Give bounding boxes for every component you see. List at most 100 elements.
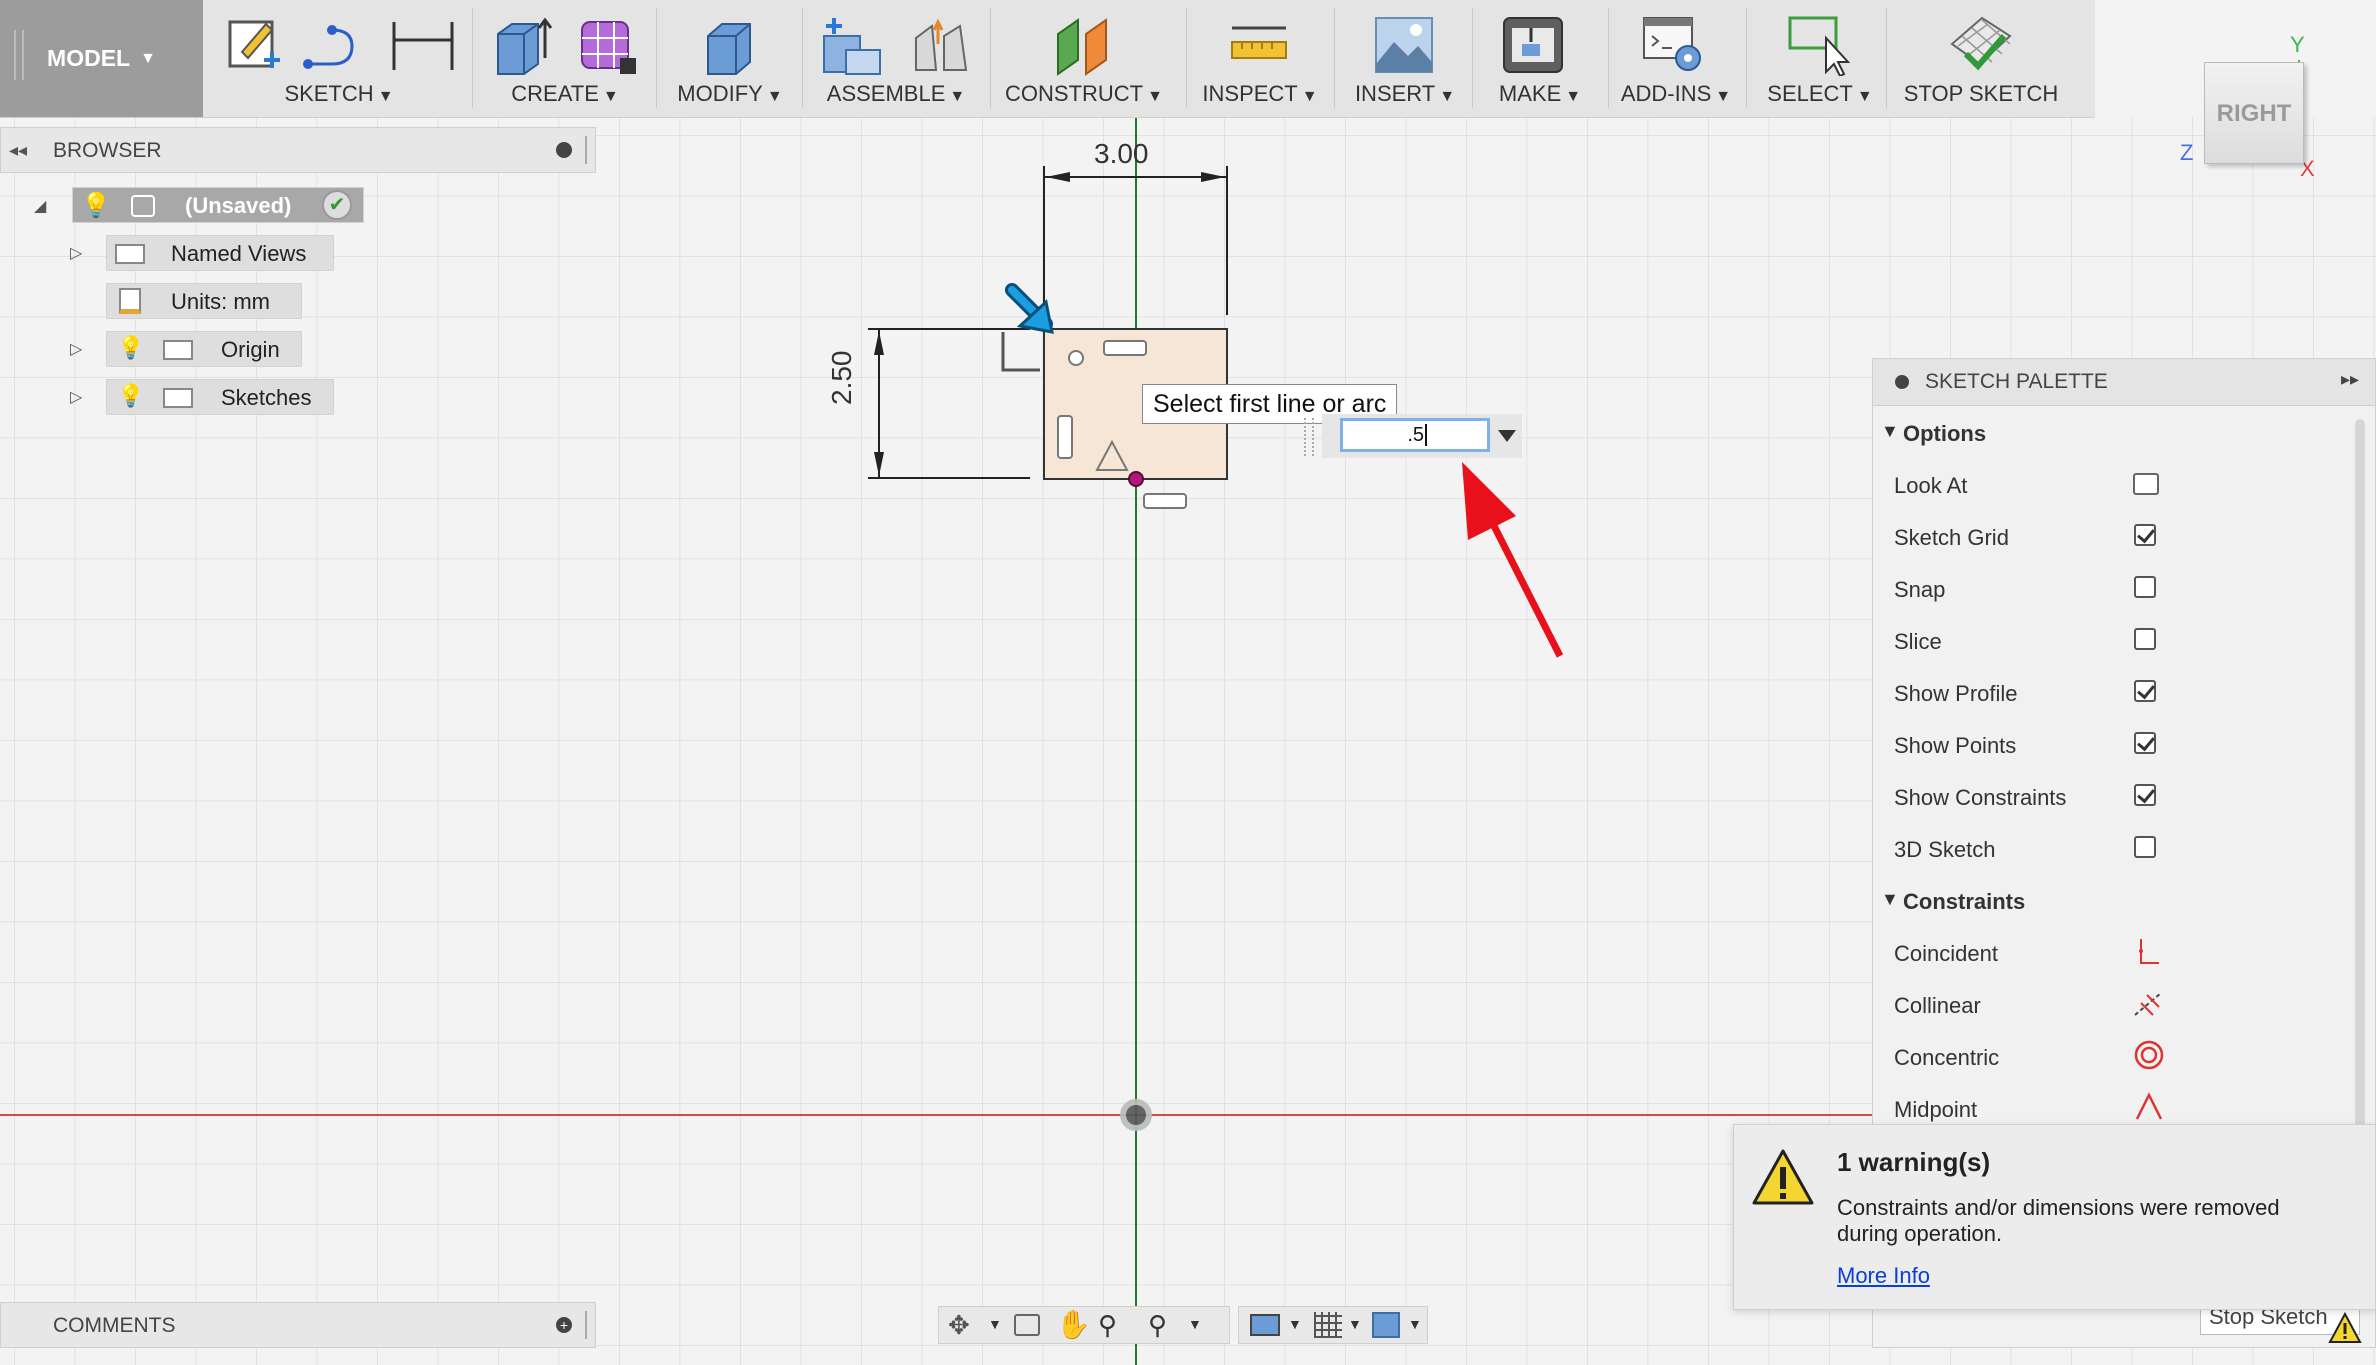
sketch-group[interactable]: SKETCH ▼ <box>210 0 468 117</box>
viewcube[interactable]: RIGHT <box>2204 62 2304 164</box>
expand-triangle-icon[interactable]: ▷ <box>70 339 82 359</box>
palette-pin-icon[interactable] <box>1895 375 1909 389</box>
option-look-at[interactable]: Look At <box>1873 459 2343 511</box>
lightbulb-icon[interactable]: 💡 <box>81 191 111 220</box>
fillet-radius-input[interactable]: .5 <box>1340 418 1490 452</box>
browser-item-units[interactable]: Units: mm <box>106 283 302 319</box>
orbit-icon[interactable]: ✥ <box>948 1310 970 1341</box>
more-info-link[interactable]: More Info <box>1837 1263 1930 1289</box>
insert-menu[interactable]: INSERT ▼ <box>1338 81 1472 107</box>
assemble-menu[interactable]: ASSEMBLE ▼ <box>806 81 986 107</box>
select-menu[interactable]: SELECT ▼ <box>1750 81 1890 107</box>
add-ins-menu[interactable]: ADD-INS ▼ <box>1612 81 1740 107</box>
construct-menu[interactable]: CONSTRUCT ▼ <box>994 81 1174 107</box>
options-section-header[interactable]: ▼ Options <box>1873 407 2343 459</box>
show-points-checkbox[interactable] <box>2134 732 2156 754</box>
chevron-down-icon[interactable]: ▼ <box>988 1316 1002 1332</box>
sketch-menu[interactable]: SKETCH ▼ <box>210 81 468 107</box>
constraints-section-header[interactable]: ▼ Constraints <box>1873 875 2343 927</box>
browser-item-sketches[interactable]: 💡 Sketches <box>106 379 334 415</box>
select-group[interactable]: SELECT ▼ <box>1750 0 1890 117</box>
look-at-icon[interactable] <box>2133 473 2159 495</box>
inspect-group[interactable]: INSPECT ▼ <box>1190 0 1330 117</box>
add-comment-icon[interactable]: + <box>556 1317 572 1333</box>
sketch-dimension-icon[interactable] <box>390 18 456 74</box>
stop-sketch-button[interactable]: STOP SKETCH <box>1890 81 2072 107</box>
input-grip-icon[interactable] <box>1304 418 1314 456</box>
pan-icon[interactable]: ✋ <box>1056 1308 1091 1341</box>
zoom-icon[interactable]: ⚲ <box>1098 1310 1117 1341</box>
inspect-menu[interactable]: INSPECT ▼ <box>1190 81 1330 107</box>
chevron-down-icon[interactable]: ▼ <box>1348 1316 1362 1332</box>
collinear-icon[interactable] <box>2133 989 2163 1019</box>
grid-settings-icon[interactable] <box>1314 1312 1342 1338</box>
scripts-icon[interactable] <box>1640 14 1706 76</box>
add-ins-group[interactable]: ADD-INS ▼ <box>1612 0 1740 117</box>
form-icon[interactable] <box>576 14 638 76</box>
viewports-icon[interactable] <box>1372 1312 1400 1338</box>
new-component-icon[interactable] <box>820 14 886 78</box>
line-icon[interactable] <box>302 18 368 74</box>
zoom-window-icon[interactable]: ⚲ <box>1148 1310 1167 1341</box>
expand-palette-icon[interactable]: ▸▸ <box>2341 369 2359 390</box>
lightbulb-icon[interactable]: 💡 <box>117 335 144 361</box>
3d-sketch-checkbox[interactable] <box>2134 836 2156 858</box>
modify-menu[interactable]: MODIFY ▼ <box>660 81 800 107</box>
measure-icon[interactable] <box>1226 22 1292 68</box>
chevron-down-icon[interactable]: ▼ <box>1288 1316 1302 1332</box>
press-pull-icon[interactable] <box>698 14 760 76</box>
window-select-icon[interactable] <box>1786 14 1852 76</box>
look-at-icon[interactable] <box>1014 1314 1040 1336</box>
create-menu[interactable]: CREATE ▼ <box>476 81 654 107</box>
width-dimension-value[interactable]: 3.00 <box>1094 138 1149 170</box>
chevron-down-icon[interactable]: ▼ <box>1408 1316 1422 1332</box>
expand-triangle-icon[interactable]: ▷ <box>70 243 82 263</box>
stop-sketch-icon[interactable] <box>1948 14 2014 76</box>
make-group[interactable]: MAKE ▼ <box>1476 0 1604 117</box>
browser-item-origin[interactable]: 💡 Origin <box>106 331 302 367</box>
make-menu[interactable]: MAKE ▼ <box>1476 81 1604 107</box>
constraint-concentric[interactable]: Concentric <box>1873 1031 2343 1083</box>
browser-item-named-views[interactable]: Named Views <box>106 235 334 271</box>
sketch-grid-checkbox[interactable] <box>2134 524 2156 546</box>
assemble-group[interactable]: ASSEMBLE ▼ <box>806 0 986 117</box>
create-sketch-icon[interactable] <box>224 14 284 74</box>
display-settings-icon[interactable] <box>1250 1314 1280 1336</box>
palette-scrollbar[interactable] <box>2355 419 2365 1179</box>
stop-sketch-group[interactable]: STOP SKETCH <box>1890 0 2072 117</box>
3d-print-icon[interactable] <box>1500 14 1566 76</box>
snap-checkbox[interactable] <box>2134 576 2156 598</box>
browser-grip-icon[interactable] <box>585 136 590 164</box>
origin-point[interactable] <box>1120 1099 1152 1131</box>
comments-panel-header[interactable]: COMMENTS + <box>0 1302 596 1348</box>
constraint-coincident[interactable]: Coincident <box>1873 927 2343 979</box>
height-dimension-value[interactable]: 2.50 <box>826 351 858 406</box>
collapse-triangle-icon[interactable]: ◢ <box>34 196 46 216</box>
concentric-icon[interactable] <box>2133 1039 2165 1071</box>
expand-triangle-icon[interactable]: ▷ <box>70 387 82 407</box>
create-group[interactable]: CREATE ▼ <box>476 0 654 117</box>
chevron-down-icon[interactable]: ▼ <box>1188 1316 1202 1332</box>
comments-grip-icon[interactable] <box>585 1311 590 1339</box>
workspace-switcher-button[interactable]: MODEL ▼ <box>0 0 203 117</box>
midpoint-icon[interactable] <box>2133 1091 2165 1123</box>
show-profile-checkbox[interactable] <box>2134 680 2156 702</box>
joint-icon[interactable] <box>908 14 974 78</box>
insert-group[interactable]: INSERT ▼ <box>1338 0 1472 117</box>
constraint-collinear[interactable]: Collinear <box>1873 979 2343 1031</box>
collapse-browser-icon[interactable]: ◂◂ <box>9 140 27 161</box>
sketch-point-midpoint[interactable] <box>1128 471 1144 487</box>
modify-group[interactable]: MODIFY ▼ <box>660 0 800 117</box>
construct-group[interactable]: CONSTRUCT ▼ <box>994 0 1174 117</box>
coincident-icon[interactable] <box>2133 937 2163 967</box>
input-dropdown-icon[interactable] <box>1498 430 1516 442</box>
show-constraints-checkbox[interactable] <box>2134 784 2156 806</box>
browser-panel-header[interactable]: ◂◂ BROWSER <box>0 127 596 173</box>
browser-pin-icon[interactable] <box>556 142 572 158</box>
slice-checkbox[interactable] <box>2134 628 2156 650</box>
insert-image-icon[interactable] <box>1372 14 1436 76</box>
offset-plane-icon[interactable] <box>1052 14 1118 78</box>
lightbulb-icon[interactable]: 💡 <box>117 383 144 409</box>
sketch-palette-header[interactable]: SKETCH PALETTE ▸▸ <box>1873 359 2375 406</box>
extrude-icon[interactable] <box>490 14 552 76</box>
